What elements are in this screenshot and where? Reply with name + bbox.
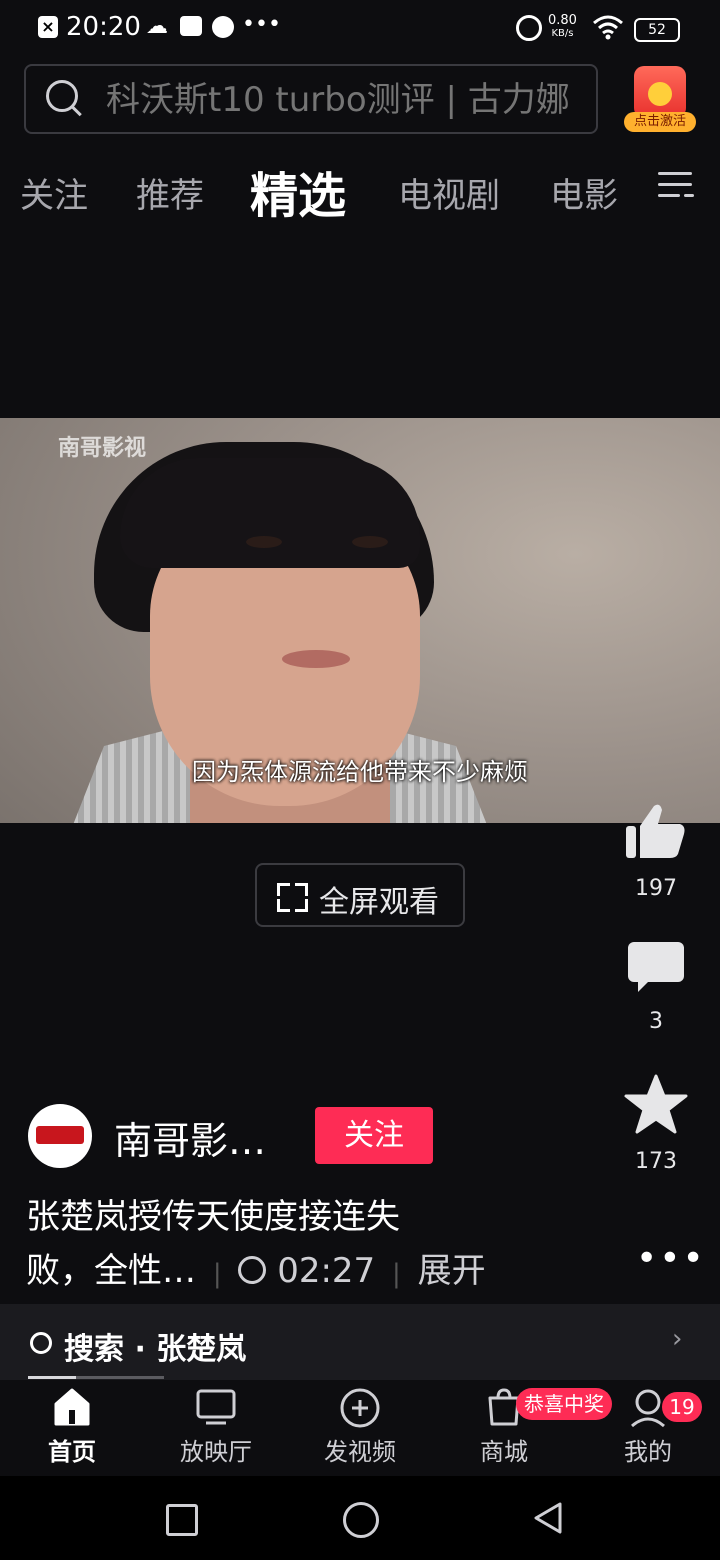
play-coin-icon: [648, 82, 672, 106]
nav-post-video-label: 发视频: [324, 1438, 396, 1466]
video-figure-fringe: [120, 458, 420, 568]
alarm-icon: [516, 15, 542, 41]
top-tabs: 关注 推荐 精选 电视剧 电影: [0, 156, 720, 224]
back-button[interactable]: [530, 1500, 566, 1536]
add-circle-icon: [340, 1388, 380, 1428]
related-search-bar[interactable]: 搜索 · 张楚岚 ›: [0, 1304, 720, 1380]
nav-theater-label: 放映厅: [180, 1438, 252, 1466]
nav-home-label: 首页: [48, 1438, 96, 1466]
video-progress-bar[interactable]: [28, 1376, 164, 1379]
more-options-icon[interactable]: •••: [636, 1238, 706, 1279]
net-speed-unit: KB/s: [551, 28, 574, 39]
promo-label: 点击激活: [624, 112, 696, 132]
author-name[interactable]: 南哥影…: [114, 1110, 266, 1165]
tab-featured[interactable]: 精选: [250, 156, 346, 226]
like-count: 197: [635, 876, 677, 901]
favorite-star-icon[interactable]: [624, 1074, 688, 1134]
tv-icon: [196, 1389, 236, 1425]
status-time: 20:20: [66, 12, 141, 42]
author-avatar[interactable]: [28, 1104, 92, 1168]
fullscreen-button[interactable]: 全屏观看: [255, 863, 465, 927]
nav-home[interactable]: 首页: [0, 1380, 144, 1476]
net-speed-value: 0.80: [548, 13, 577, 28]
mail-icon: [180, 16, 202, 36]
nav-mall-label: 商城: [480, 1438, 528, 1466]
tab-tv-series[interactable]: 电视剧: [398, 168, 500, 217]
description-line2-text: 败，全性…: [26, 1251, 196, 1291]
notification-count-badge: 19: [660, 1390, 704, 1424]
home-icon: [54, 1388, 90, 1426]
nav-me-label: 我的: [624, 1438, 672, 1466]
channel-menu-icon[interactable]: [658, 166, 694, 202]
description-line1: 张楚岚授传天使度接连失: [26, 1197, 400, 1237]
promo-gift-button[interactable]: 点击激活: [624, 66, 696, 134]
chevron-right-icon: ›: [672, 1324, 683, 1354]
search-icon: [30, 1332, 52, 1354]
tab-recommend[interactable]: 推荐: [136, 168, 204, 217]
video-player[interactable]: 南哥影视 因为炁体源流给他带来不少麻烦: [0, 418, 720, 823]
video-watermark: 南哥影视: [58, 436, 147, 461]
video-progress-fill: [28, 1376, 76, 1379]
video-figure-eye-right: [352, 536, 388, 548]
expand-link[interactable]: 展开: [418, 1251, 486, 1291]
related-search-label: 搜索 · 张楚岚: [64, 1332, 247, 1367]
wifi-icon: [593, 15, 623, 40]
net-speed: 0.80 KB/s: [548, 14, 577, 40]
voice-icon: [212, 16, 234, 38]
search-input[interactable]: [104, 74, 588, 126]
comment-icon[interactable]: [626, 940, 686, 994]
nav-theater[interactable]: 放映厅: [144, 1380, 288, 1476]
favorite-count: 173: [635, 1149, 677, 1174]
nav-mall[interactable]: 恭喜中奖 商城: [432, 1380, 612, 1476]
cloud-icon: ☁: [146, 14, 168, 39]
recent-apps-button[interactable]: [166, 1504, 198, 1536]
video-description[interactable]: 张楚岚授传天使度接连失 败，全性… | 02:27 | 展开: [26, 1190, 486, 1301]
search-icon: [46, 80, 78, 112]
battery-icon: 52: [634, 18, 680, 42]
avatar-logo: [36, 1126, 84, 1144]
bottom-nav: 首页 放映厅 发视频 恭喜中奖 商城 19 我的: [0, 1380, 720, 1476]
separator: |: [392, 1259, 401, 1289]
separator: |: [212, 1259, 222, 1289]
follow-button[interactable]: 关注: [315, 1107, 433, 1164]
search-box[interactable]: [24, 64, 598, 134]
comment-count: 3: [649, 1009, 663, 1034]
nav-me[interactable]: 19 我的: [576, 1380, 720, 1476]
close-box-icon: ×: [38, 16, 58, 38]
video-figure-eye-left: [246, 536, 282, 548]
system-nav-bar: [0, 1476, 720, 1560]
status-bar: × 20:20 ☁ ••• 0.80 KB/s 52: [0, 0, 720, 58]
more-dots-icon: •••: [242, 12, 281, 37]
video-subtitle: 因为炁体源流给他带来不少麻烦: [192, 758, 528, 786]
like-icon[interactable]: [624, 800, 688, 862]
clock-icon: [238, 1256, 267, 1284]
nav-post-video[interactable]: 发视频: [288, 1380, 432, 1476]
description-line2: 败，全性… | 02:27 | 展开: [26, 1244, 486, 1301]
tab-movies[interactable]: 电影: [550, 168, 618, 217]
tab-follow[interactable]: 关注: [20, 168, 88, 217]
video-figure-mouth: [282, 650, 350, 668]
video-duration: 02:27: [277, 1251, 376, 1291]
home-button[interactable]: [343, 1502, 379, 1538]
fullscreen-label: 全屏观看: [319, 885, 439, 920]
